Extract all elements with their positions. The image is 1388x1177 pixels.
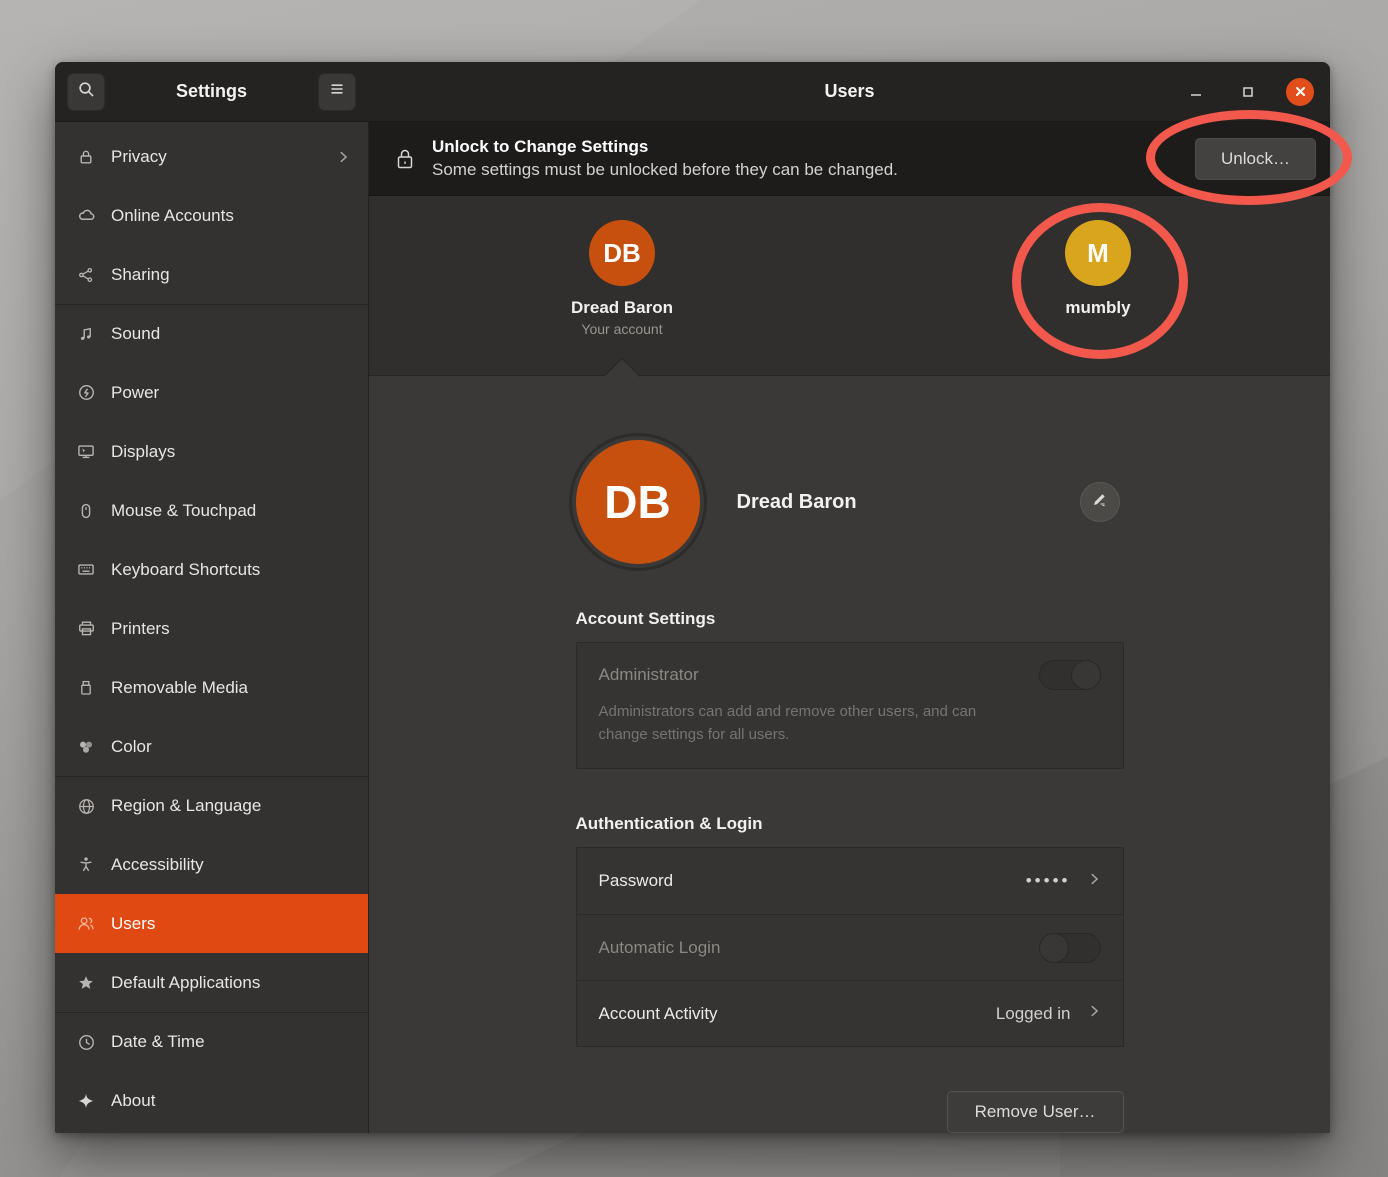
window-controls — [1182, 78, 1330, 106]
sidebar-item-sound[interactable]: Sound — [55, 304, 368, 363]
printer-icon — [76, 619, 96, 639]
color-icon — [76, 737, 96, 757]
user-carousel: DB Dread Baron Your account M mumbly — [369, 196, 1330, 376]
user-name: mumbly — [998, 298, 1198, 318]
sound-icon — [76, 324, 96, 344]
lock-icon — [395, 147, 415, 171]
sidebar-headerbar: Settings — [55, 62, 368, 122]
automatic-login-toggle[interactable] — [1039, 933, 1101, 963]
maximize-button[interactable] — [1234, 78, 1262, 106]
sidebar-item-keyboard-shortcuts[interactable]: Keyboard Shortcuts — [55, 540, 368, 599]
unlock-banner-subtitle: Some settings must be unlocked before th… — [432, 159, 1195, 181]
user-name: Dread Baron — [522, 298, 722, 318]
sidebar-item-accessibility[interactable]: Accessibility — [55, 835, 368, 894]
removable-icon — [76, 678, 96, 698]
profile-row: DB Dread Baron — [576, 440, 1124, 564]
automatic-login-label: Automatic Login — [599, 938, 721, 958]
password-value: ••••• — [1026, 871, 1071, 891]
search-icon — [77, 80, 96, 104]
section-heading-authentication: Authentication & Login — [576, 814, 1124, 834]
share-icon — [76, 265, 96, 285]
remove-user-button[interactable]: Remove User… — [947, 1091, 1124, 1133]
user-avatar: M — [1065, 220, 1131, 286]
password-label: Password — [599, 871, 674, 891]
carousel-user-dread-baron[interactable]: DB Dread Baron Your account — [522, 220, 722, 337]
toggle-knob — [1039, 933, 1069, 963]
password-row[interactable]: Password ••••• — [577, 848, 1123, 914]
sidebar-item-date-time[interactable]: Date & Time — [55, 1012, 368, 1071]
section-heading-account-settings: Account Settings — [576, 609, 1124, 629]
administrator-label: Administrator — [599, 665, 699, 685]
user-full-name: Dread Baron — [737, 491, 857, 514]
administrator-description: Administrators can add and remove other … — [599, 701, 1029, 746]
unlock-button[interactable]: Unlock… — [1195, 138, 1316, 180]
toggle-knob — [1071, 660, 1101, 690]
settings-window: Settings Privacy Online Accounts Sharing… — [55, 62, 1330, 1133]
administrator-toggle[interactable] — [1039, 660, 1101, 690]
account-settings-card: Administrator Administrators can add and… — [576, 642, 1124, 769]
chevron-right-icon — [1087, 872, 1101, 891]
globe-icon — [76, 796, 96, 816]
sidebar-item-default-applications[interactable]: Default Applications — [55, 953, 368, 1012]
sidebar-item-printers[interactable]: Printers — [55, 599, 368, 658]
star-icon — [76, 973, 96, 993]
mouse-icon — [76, 501, 96, 521]
unlock-banner: Unlock to Change Settings Some settings … — [369, 122, 1330, 196]
chevron-right-icon — [336, 150, 350, 164]
menu-button[interactable] — [318, 73, 356, 111]
displays-icon — [76, 442, 96, 462]
sidebar-item-power[interactable]: Power — [55, 363, 368, 422]
sidebar-item-removable-media[interactable]: Removable Media — [55, 658, 368, 717]
close-icon — [1294, 85, 1307, 98]
sidebar-item-displays[interactable]: Displays — [55, 422, 368, 481]
sidebar-item-privacy[interactable]: Privacy — [55, 127, 368, 186]
sidebar-item-users[interactable]: Users — [55, 894, 368, 953]
carousel-user-mumbly[interactable]: M mumbly — [998, 220, 1198, 318]
chevron-right-icon — [1087, 1004, 1101, 1023]
automatic-login-row: Automatic Login — [577, 914, 1123, 980]
power-icon — [76, 383, 96, 403]
sidebar-item-sharing[interactable]: Sharing — [55, 245, 368, 304]
sidebar-item-region-language[interactable]: Region & Language — [55, 776, 368, 835]
minimize-button[interactable] — [1182, 78, 1210, 106]
unlock-banner-text: Unlock to Change Settings Some settings … — [432, 136, 1195, 180]
cloud-icon — [76, 206, 96, 226]
search-button[interactable] — [67, 73, 105, 111]
account-activity-value: Logged in — [996, 1004, 1071, 1024]
user-detail-panel: DB Dread Baron Account Settings Administ… — [369, 376, 1330, 1133]
sidebar-item-about[interactable]: About — [55, 1071, 368, 1130]
accessibility-icon — [76, 855, 96, 875]
maximize-icon — [1240, 84, 1256, 100]
sidebar-item-color[interactable]: Color — [55, 717, 368, 776]
lock-icon — [76, 147, 96, 167]
keyboard-icon — [76, 560, 96, 580]
hamburger-menu-icon — [328, 80, 346, 103]
users-icon — [76, 914, 96, 934]
clock-icon — [76, 1032, 96, 1052]
user-avatar: DB — [589, 220, 655, 286]
sparkle-icon — [76, 1091, 96, 1111]
account-activity-row[interactable]: Account Activity Logged in — [577, 980, 1123, 1046]
account-activity-label: Account Activity — [599, 1004, 718, 1024]
sidebar-nav: Privacy Online Accounts Sharing Sound Po… — [55, 122, 368, 1133]
authentication-card: Password ••••• Automatic Login Account A… — [576, 847, 1124, 1047]
pencil-icon — [1091, 491, 1108, 513]
titlebar: Users — [369, 62, 1330, 122]
minimize-icon — [1188, 84, 1204, 100]
sidebar: Settings Privacy Online Accounts Sharing… — [55, 62, 369, 1133]
close-button[interactable] — [1286, 78, 1314, 106]
sidebar-item-mouse-touchpad[interactable]: Mouse & Touchpad — [55, 481, 368, 540]
edit-name-button[interactable] — [1080, 482, 1120, 522]
user-subtitle: Your account — [522, 321, 722, 337]
avatar[interactable]: DB — [576, 440, 700, 564]
unlock-banner-title: Unlock to Change Settings — [432, 136, 1195, 158]
users-pane: Users Unlock to Change Settings Some set… — [369, 62, 1330, 1133]
sidebar-item-online-accounts[interactable]: Online Accounts — [55, 186, 368, 245]
